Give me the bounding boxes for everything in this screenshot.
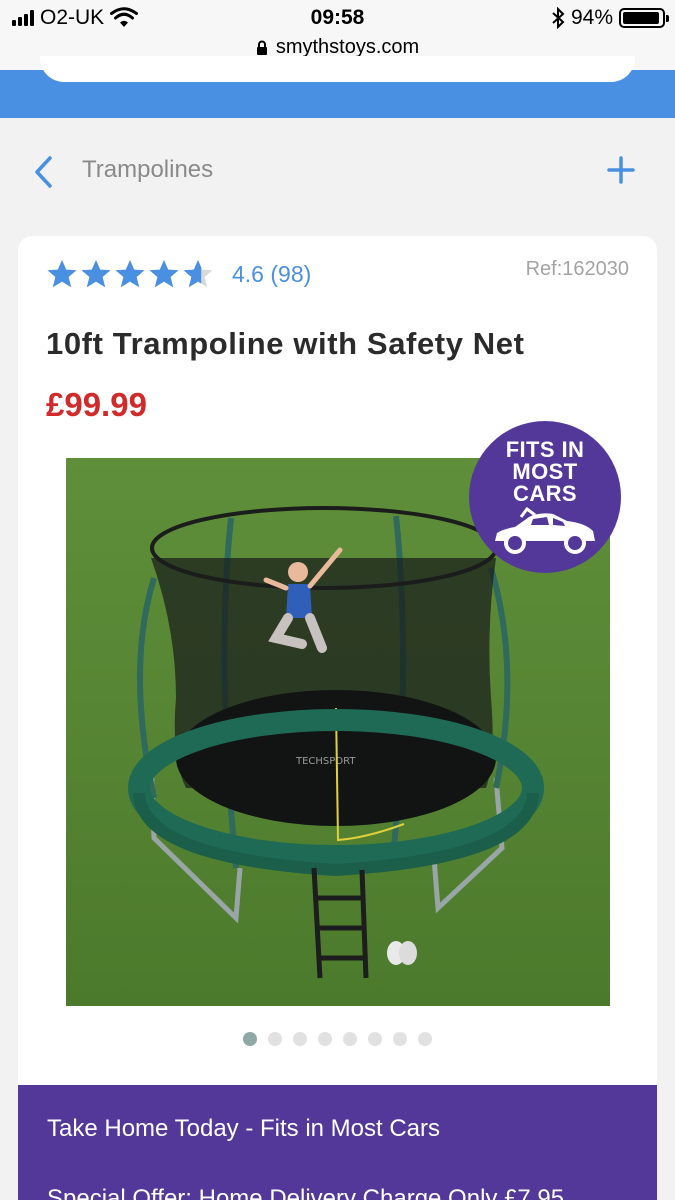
- nav-title: Trampolines: [82, 156, 214, 183]
- product-price: £99.99: [46, 386, 147, 423]
- mat-brand: TECHSPORT: [295, 756, 356, 767]
- car-icon: [495, 507, 595, 554]
- star-icon: [115, 260, 145, 288]
- star-icon: [47, 260, 77, 288]
- star-icon: [81, 260, 111, 288]
- product-ref: Ref:162030: [525, 258, 629, 280]
- badge-text: FITS IN MOST CARS: [505, 437, 585, 506]
- status-right: 94%: [551, 6, 669, 30]
- battery-icon: [619, 8, 669, 28]
- rating-text: 4.6 (98): [232, 260, 312, 287]
- promo-banner[interactable]: Take Home Today - Fits in Most Cars Spec…: [18, 1085, 657, 1200]
- gallery-dot[interactable]: [293, 1032, 307, 1046]
- product-title: 10ft Trampoline with Safety Net: [46, 326, 525, 361]
- product-rating[interactable]: 4.6 (98): [46, 258, 311, 290]
- plus-icon[interactable]: [605, 154, 637, 186]
- bluetooth-icon: [552, 7, 565, 29]
- lock-icon: [256, 40, 267, 55]
- fits-in-cars-badge: FITS IN MOST CARS: [469, 421, 621, 573]
- star-icon: [183, 260, 213, 288]
- site-header: [0, 56, 675, 118]
- product-card: 4.6 (98) Ref:162030 10ft Trampoline with…: [18, 236, 657, 1136]
- gallery-dot[interactable]: [368, 1032, 382, 1046]
- gallery-dot[interactable]: [318, 1032, 332, 1046]
- gallery-dot[interactable]: [343, 1032, 357, 1046]
- star-icon: [149, 260, 179, 288]
- chevron-left-icon[interactable]: [30, 154, 58, 190]
- gallery-dot[interactable]: [418, 1032, 432, 1046]
- battery-percent: 94%: [570, 6, 613, 29]
- promo-line-1: Take Home Today - Fits in Most Cars: [47, 1115, 441, 1142]
- category-nav: Trampolines: [0, 118, 675, 228]
- gallery-dot[interactable]: [243, 1032, 257, 1046]
- promo-line-2: Special Offer: Home Delivery Charge Only…: [47, 1185, 565, 1200]
- gallery-dot[interactable]: [393, 1032, 407, 1046]
- star-rating: [46, 258, 216, 290]
- search-bar[interactable]: [40, 56, 635, 82]
- gallery-dot[interactable]: [268, 1032, 282, 1046]
- gallery-pagination: [18, 1032, 657, 1046]
